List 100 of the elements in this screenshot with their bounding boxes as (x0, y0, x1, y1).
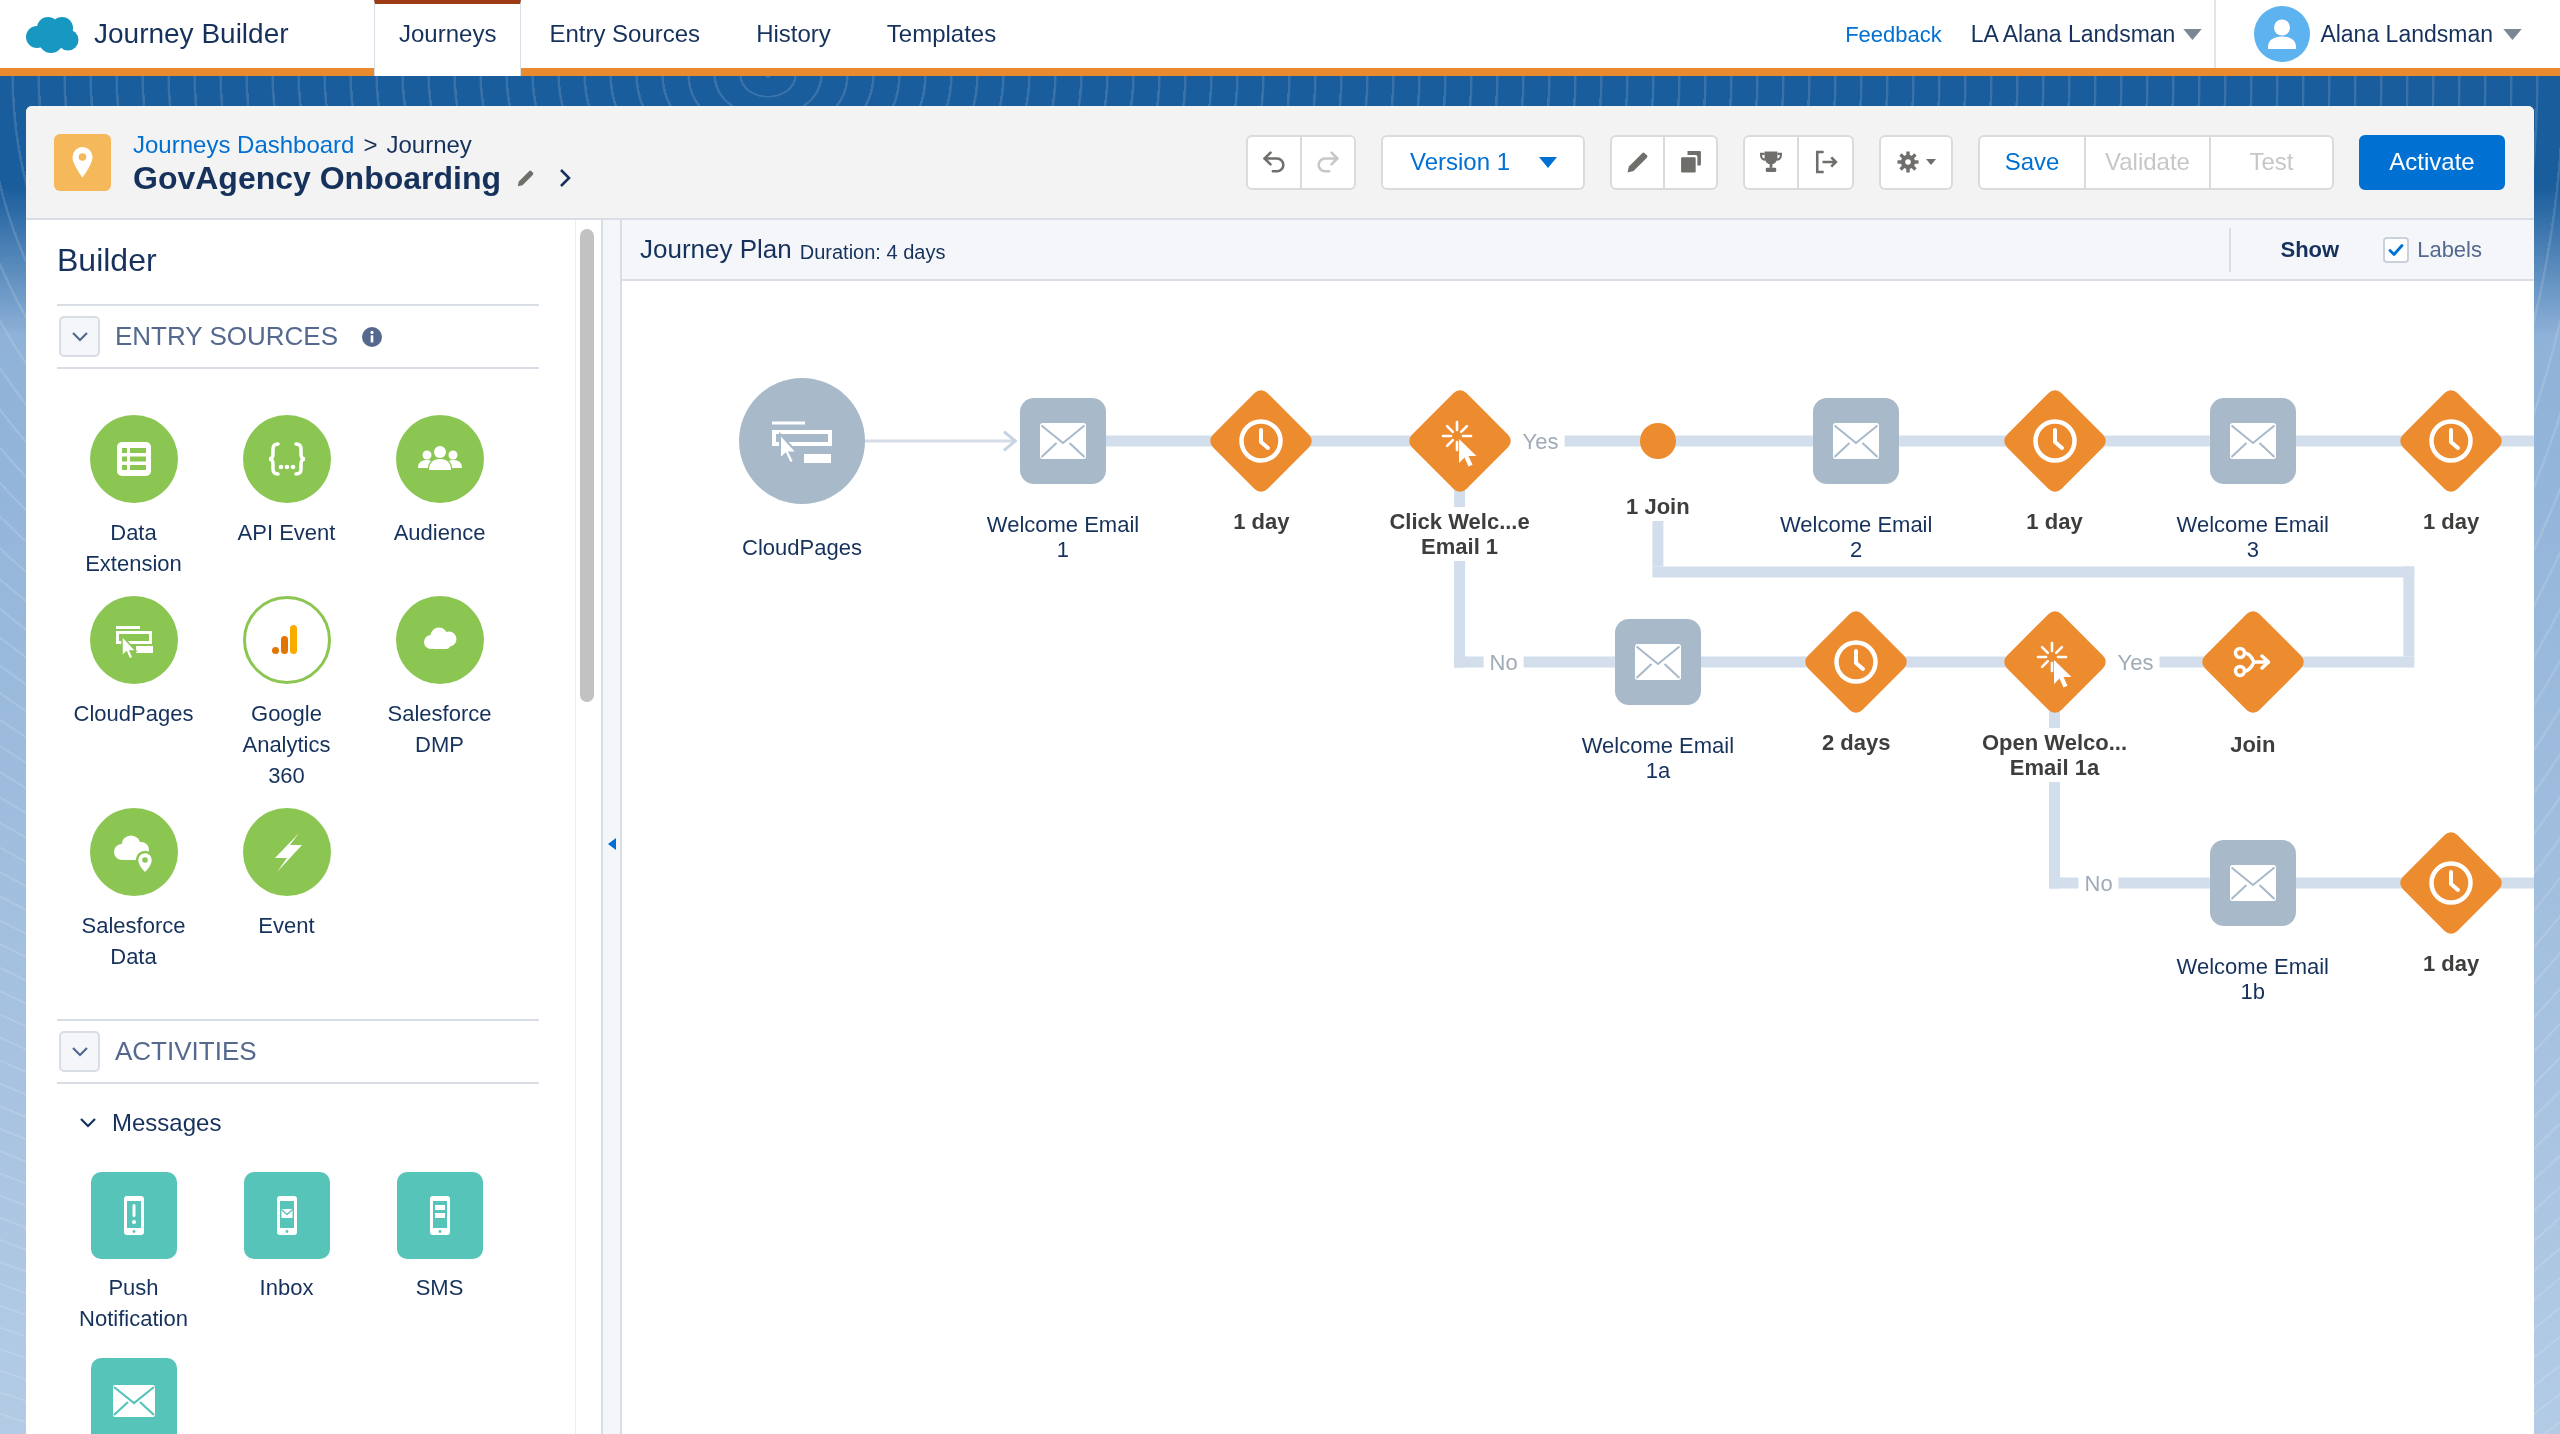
section-toggle-button[interactable] (59, 316, 100, 357)
redo-icon (1314, 148, 1342, 176)
breadcrumb-link[interactable]: Journeys Dashboard (133, 131, 355, 159)
caret-down-icon (2503, 28, 2522, 40)
section-toggle-button[interactable] (59, 1031, 100, 1072)
people-icon (395, 415, 484, 503)
settings-button[interactable] (1879, 134, 1953, 190)
panel-collapse-handle[interactable] (601, 220, 622, 1434)
clock-icon (1834, 640, 1878, 684)
edit-button[interactable] (1610, 134, 1665, 190)
gear-icon (1896, 150, 1920, 174)
node-label: 1 day (2422, 508, 2480, 534)
node-label: Open Welco... Email 1a (1981, 729, 2128, 780)
node-label: CloudPages (742, 534, 862, 560)
scrollbar-thumb[interactable] (580, 229, 594, 702)
entry-source-item[interactable]: API Event (210, 415, 363, 579)
journey-title: GovAgency Onboarding (133, 159, 502, 197)
join-dot-icon[interactable] (1639, 423, 1676, 459)
nav-tab[interactable]: History (728, 0, 859, 76)
email-step-node[interactable] (2209, 398, 2296, 484)
caret-down-icon (1926, 159, 1936, 165)
journey-duration: Duration: 4 days (799, 239, 946, 265)
cloud-icon (395, 596, 484, 684)
email-step-node[interactable] (2209, 840, 2296, 926)
activity-item[interactable]: Push Notification (57, 1172, 210, 1334)
breadcrumb-separator: > (363, 131, 378, 159)
node-label: Welcome Email 2 (1780, 511, 1933, 562)
entry-source-item[interactable]: Salesforce Data (57, 808, 210, 972)
phone-message-icon (396, 1172, 483, 1259)
save-button[interactable]: Save (1978, 134, 2086, 190)
node-label: 1 day (1233, 508, 1290, 534)
activity-item[interactable]: Inbox (210, 1172, 363, 1334)
phone-envelope-icon (243, 1172, 330, 1259)
feedback-link[interactable]: Feedback (1845, 17, 1942, 51)
version-dropdown[interactable]: Version 1 (1381, 134, 1585, 190)
node-label: Click Welc...e Email 1 (1389, 508, 1530, 559)
org-switcher[interactable]: LA Alana Landsman (1970, 16, 2203, 52)
nav-tab[interactable]: Templates (858, 0, 1025, 76)
entry-source-item[interactable]: Event (210, 808, 363, 972)
entry-source-item[interactable]: CloudPages (57, 596, 210, 791)
activity-item[interactable]: SMS (363, 1172, 516, 1334)
undo-button[interactable] (1246, 134, 1302, 190)
entry-source-item[interactable]: Audience (363, 415, 516, 579)
copy-button[interactable] (1663, 134, 1718, 190)
undo-icon (1260, 148, 1288, 176)
category-toggle[interactable]: Messages (78, 1103, 539, 1143)
node-label: Welcome Email 1a (1581, 732, 1735, 783)
braces-icon (242, 415, 331, 503)
sidebar-title: Builder (57, 241, 158, 280)
list-icon (89, 415, 178, 503)
nav-tab[interactable]: Journeys (374, 0, 522, 76)
section-heading: ENTRY SOURCES (115, 320, 338, 353)
caret-left-icon (607, 838, 616, 850)
node-label: 2 days (1821, 729, 1891, 755)
entry-source-item[interactable]: Google Analytics 360 (210, 596, 363, 791)
entry-source-item[interactable]: Salesforce DMP (363, 596, 516, 791)
node-label: 1 day (2422, 950, 2480, 976)
trophy-button[interactable] (1743, 134, 1799, 190)
node-label: 1 day (2026, 508, 2083, 534)
clock-icon (1239, 419, 1284, 463)
entry-source-item[interactable]: Data Extension (57, 415, 210, 579)
lightning-bolt-icon (242, 808, 331, 896)
location-pin-icon (54, 133, 111, 191)
canvas-title: Journey Plan (640, 233, 792, 266)
exit-button[interactable] (1797, 134, 1854, 190)
clock-icon (2429, 861, 2473, 905)
cursor-click-icon (1441, 420, 1477, 467)
section-heading: ACTIVITIES (115, 1035, 257, 1068)
breadcrumb-current: Journey (386, 131, 472, 159)
avatar-icon (2254, 6, 2311, 62)
phone-alert-icon (90, 1172, 177, 1259)
cursor-click-icon (2036, 641, 2071, 688)
chevron-right-icon[interactable] (559, 168, 573, 188)
envelope-icon (2229, 423, 2276, 459)
branch-label: Yes (1522, 428, 1559, 454)
node-label: 1 Join (1626, 493, 1690, 519)
email-step-node[interactable] (1614, 619, 1701, 705)
node-label: Welcome Email 3 (2176, 511, 2329, 562)
entry-source-node[interactable] (739, 378, 865, 504)
email-step-node[interactable] (1020, 398, 1106, 484)
caret-down-icon (2183, 28, 2203, 40)
node-label: Join (2230, 731, 2276, 757)
info-icon[interactable] (362, 326, 382, 347)
email-step-node[interactable] (1813, 398, 1900, 484)
branch-label: No (1489, 649, 1518, 675)
webpage-cursor-icon (89, 596, 178, 684)
branch-label: No (2084, 870, 2113, 896)
nav-tab[interactable]: Entry Sources (521, 0, 729, 76)
labels-checkbox[interactable] (2383, 236, 2410, 263)
app-title: Journey Builder (94, 17, 289, 51)
show-label: Show (2280, 236, 2340, 264)
clock-icon (2032, 419, 2077, 463)
cloud-logo-icon (23, 14, 79, 54)
bar-chart-icon (242, 596, 331, 684)
merge-arrow-icon (2233, 646, 2271, 678)
envelope-icon (1833, 423, 1880, 459)
branch-label: Yes (2117, 649, 2154, 675)
activate-button[interactable]: Activate (2359, 134, 2505, 190)
user-menu[interactable]: Alana Landsman (2254, 6, 2522, 62)
caret-down-icon (1539, 156, 1557, 168)
